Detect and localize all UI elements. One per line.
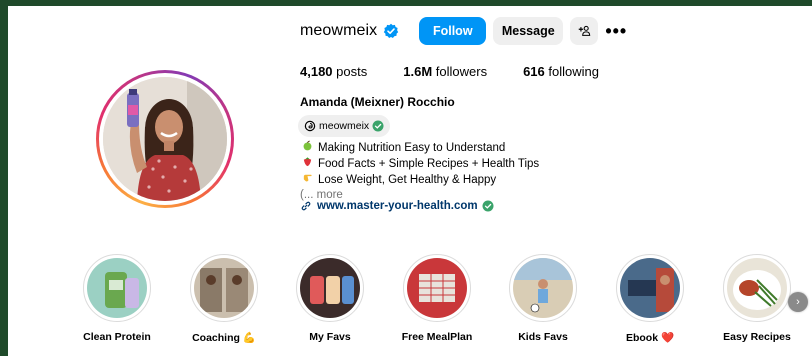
full-name: Amanda (Meixner) Rocchio — [300, 95, 455, 109]
username: meowmeix — [300, 22, 378, 39]
website-url[interactable]: www.master-your-health.com — [317, 200, 478, 212]
following-label: following — [548, 64, 599, 79]
bio-line: Lose Weight, Get Healthy & Happy — [300, 172, 539, 188]
followers-stat[interactable]: 1.6M followers — [403, 64, 487, 79]
highlight-ebook[interactable]: Ebook ❤️ — [605, 254, 695, 344]
bio-text: Making Nutrition Easy to Understand — [318, 141, 506, 154]
highlight-cover — [194, 258, 254, 318]
link-icon — [301, 201, 311, 211]
verified-badge-icon — [383, 23, 399, 39]
highlight-free-mealplan[interactable]: Free MealPlan — [392, 254, 482, 343]
highlight-cover — [87, 258, 147, 318]
highlight-cover — [513, 258, 573, 318]
threads-handle: meowmeix — [319, 120, 370, 132]
green-apple-icon — [300, 140, 314, 156]
threads-icon — [304, 120, 316, 132]
link-verified-icon — [482, 200, 494, 212]
external-link[interactable]: www.master-your-health.com — [300, 200, 494, 212]
bio-text: Lose Weight, Get Healthy & Happy — [318, 173, 497, 186]
highlight-label: Ebook ❤️ — [625, 332, 675, 344]
bio-text: Food Facts + Simple Recipes + Health Tip… — [318, 157, 540, 170]
followers-count: 1.6M — [403, 64, 433, 79]
highlight-coaching[interactable]: Coaching 💪 — [179, 254, 269, 344]
chevron-right-icon: › — [796, 296, 800, 308]
followers-label: followers — [435, 64, 488, 79]
highlight-label: Easy Recipes — [723, 331, 791, 343]
highlight-kids-favs[interactable]: Kids Favs — [498, 254, 588, 343]
highlight-label: Kids Favs — [518, 331, 568, 343]
highlights-next-button[interactable]: › — [788, 292, 808, 312]
following-stat[interactable]: 616 following — [523, 64, 599, 79]
highlight-cover — [407, 258, 467, 318]
highlight-my-favs[interactable]: My Favs — [285, 254, 375, 343]
more-dots-icon: ••• — [605, 20, 628, 41]
story-highlights: Clean Protein Coaching 💪 My Favs Free Me… — [8, 254, 812, 354]
posts-stat: 4,180 posts — [300, 64, 367, 79]
avatar-story-ring[interactable] — [96, 70, 234, 208]
profile-page: meowmeix Follow Message ••• 4,180 posts — [8, 6, 812, 356]
threads-badge[interactable]: meowmeix — [298, 115, 391, 137]
avatar-photo — [103, 77, 227, 201]
highlight-label: Clean Protein — [83, 331, 151, 343]
strawberry-icon — [300, 156, 314, 172]
following-count: 616 — [523, 64, 545, 79]
highlight-clean-protein[interactable]: Clean Protein — [72, 254, 162, 343]
highlight-label: Coaching 💪 — [192, 332, 256, 344]
profile-header: meowmeix Follow Message ••• — [300, 17, 630, 45]
suggest-accounts-button[interactable] — [570, 17, 599, 45]
highlight-label: Free MealPlan — [401, 331, 473, 343]
profile-stats: 4,180 posts 1.6M followers 616 following — [300, 64, 635, 79]
follow-button[interactable]: Follow — [419, 17, 487, 45]
more-options-button[interactable]: ••• — [602, 17, 630, 45]
bio-line: Food Facts + Simple Recipes + Health Tip… — [300, 156, 539, 172]
bio: Making Nutrition Easy to Understand Food… — [300, 140, 539, 203]
highlight-cover — [727, 258, 787, 318]
highlight-label: My Favs — [309, 331, 351, 343]
threads-check-icon — [372, 120, 384, 132]
add-person-icon — [579, 25, 591, 36]
bio-line: Making Nutrition Easy to Understand — [300, 140, 539, 156]
highlight-cover — [300, 258, 360, 318]
message-button[interactable]: Message — [493, 17, 564, 45]
pointing-hand-icon — [300, 172, 314, 188]
posts-label: posts — [336, 64, 368, 79]
avatar — [103, 77, 227, 201]
posts-count: 4,180 — [300, 64, 333, 79]
highlight-cover — [620, 258, 680, 318]
